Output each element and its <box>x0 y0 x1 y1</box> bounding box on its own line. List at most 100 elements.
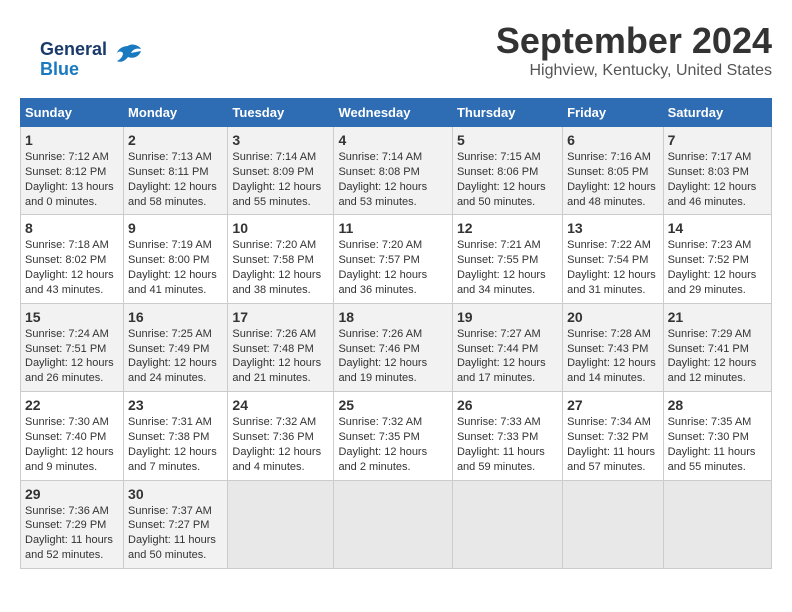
day-info: Sunrise: 7:14 AMSunset: 8:08 PMDaylight:… <box>338 151 427 208</box>
day-info: Sunrise: 7:35 AMSunset: 7:30 PMDaylight:… <box>668 416 756 473</box>
calendar-day-cell: 6 Sunrise: 7:16 AMSunset: 8:05 PMDayligh… <box>563 127 663 215</box>
day-number: 6 <box>567 132 658 148</box>
calendar-week-row: 8 Sunrise: 7:18 AMSunset: 8:02 PMDayligh… <box>21 215 772 303</box>
day-number: 30 <box>128 486 223 502</box>
day-number: 23 <box>128 397 223 413</box>
calendar-day-cell: 30 Sunrise: 7:37 AMSunset: 7:27 PMDaylig… <box>124 480 228 568</box>
calendar-day-cell <box>663 480 771 568</box>
calendar-day-cell: 10 Sunrise: 7:20 AMSunset: 7:58 PMDaylig… <box>228 215 334 303</box>
logo-line2: Blue <box>40 60 107 80</box>
day-info: Sunrise: 7:15 AMSunset: 8:06 PMDaylight:… <box>457 151 546 208</box>
calendar-day-cell: 13 Sunrise: 7:22 AMSunset: 7:54 PMDaylig… <box>563 215 663 303</box>
day-number: 7 <box>668 132 767 148</box>
day-number: 14 <box>668 220 767 236</box>
day-info: Sunrise: 7:13 AMSunset: 8:11 PMDaylight:… <box>128 151 217 208</box>
calendar-day-cell: 19 Sunrise: 7:27 AMSunset: 7:44 PMDaylig… <box>452 303 562 391</box>
day-number: 16 <box>128 309 223 325</box>
calendar-day-cell: 23 Sunrise: 7:31 AMSunset: 7:38 PMDaylig… <box>124 392 228 480</box>
day-number: 27 <box>567 397 658 413</box>
day-info: Sunrise: 7:36 AMSunset: 7:29 PMDaylight:… <box>25 505 113 562</box>
calendar-day-cell: 8 Sunrise: 7:18 AMSunset: 8:02 PMDayligh… <box>21 215 124 303</box>
day-info: Sunrise: 7:20 AMSunset: 7:58 PMDaylight:… <box>232 239 321 296</box>
day-info: Sunrise: 7:29 AMSunset: 7:41 PMDaylight:… <box>668 328 757 385</box>
calendar-day-cell: 9 Sunrise: 7:19 AMSunset: 8:00 PMDayligh… <box>124 215 228 303</box>
day-number: 19 <box>457 309 558 325</box>
day-number: 18 <box>338 309 448 325</box>
day-info: Sunrise: 7:20 AMSunset: 7:57 PMDaylight:… <box>338 239 427 296</box>
calendar-day-cell: 7 Sunrise: 7:17 AMSunset: 8:03 PMDayligh… <box>663 127 771 215</box>
day-info: Sunrise: 7:28 AMSunset: 7:43 PMDaylight:… <box>567 328 656 385</box>
day-number: 28 <box>668 397 767 413</box>
day-number: 24 <box>232 397 329 413</box>
day-of-week-header: Sunday <box>21 99 124 127</box>
calendar-day-cell <box>228 480 334 568</box>
day-of-week-header: Thursday <box>452 99 562 127</box>
day-info: Sunrise: 7:26 AMSunset: 7:46 PMDaylight:… <box>338 328 427 385</box>
day-info: Sunrise: 7:17 AMSunset: 8:03 PMDaylight:… <box>668 151 757 208</box>
day-info: Sunrise: 7:32 AMSunset: 7:35 PMDaylight:… <box>338 416 427 473</box>
calendar-day-cell: 18 Sunrise: 7:26 AMSunset: 7:46 PMDaylig… <box>334 303 453 391</box>
calendar-day-cell: 24 Sunrise: 7:32 AMSunset: 7:36 PMDaylig… <box>228 392 334 480</box>
day-info: Sunrise: 7:21 AMSunset: 7:55 PMDaylight:… <box>457 239 546 296</box>
calendar-header-row: SundayMondayTuesdayWednesdayThursdayFrid… <box>21 99 772 127</box>
day-info: Sunrise: 7:12 AMSunset: 8:12 PMDaylight:… <box>25 151 114 208</box>
day-info: Sunrise: 7:16 AMSunset: 8:05 PMDaylight:… <box>567 151 656 208</box>
day-info: Sunrise: 7:24 AMSunset: 7:51 PMDaylight:… <box>25 328 114 385</box>
calendar-day-cell: 22 Sunrise: 7:30 AMSunset: 7:40 PMDaylig… <box>21 392 124 480</box>
day-number: 1 <box>25 132 119 148</box>
day-number: 2 <box>128 132 223 148</box>
day-number: 17 <box>232 309 329 325</box>
calendar-day-cell: 14 Sunrise: 7:23 AMSunset: 7:52 PMDaylig… <box>663 215 771 303</box>
day-of-week-header: Wednesday <box>334 99 453 127</box>
calendar-day-cell: 4 Sunrise: 7:14 AMSunset: 8:08 PMDayligh… <box>334 127 453 215</box>
calendar-day-cell <box>563 480 663 568</box>
logo: General Blue <box>40 40 143 80</box>
day-info: Sunrise: 7:32 AMSunset: 7:36 PMDaylight:… <box>232 416 321 473</box>
calendar-week-row: 29 Sunrise: 7:36 AMSunset: 7:29 PMDaylig… <box>21 480 772 568</box>
calendar-day-cell: 11 Sunrise: 7:20 AMSunset: 7:57 PMDaylig… <box>334 215 453 303</box>
day-info: Sunrise: 7:19 AMSunset: 8:00 PMDaylight:… <box>128 239 217 296</box>
calendar-day-cell: 28 Sunrise: 7:35 AMSunset: 7:30 PMDaylig… <box>663 392 771 480</box>
day-of-week-header: Monday <box>124 99 228 127</box>
day-of-week-header: Friday <box>563 99 663 127</box>
calendar-day-cell: 12 Sunrise: 7:21 AMSunset: 7:55 PMDaylig… <box>452 215 562 303</box>
calendar-day-cell <box>452 480 562 568</box>
day-info: Sunrise: 7:31 AMSunset: 7:38 PMDaylight:… <box>128 416 217 473</box>
day-info: Sunrise: 7:37 AMSunset: 7:27 PMDaylight:… <box>128 505 216 562</box>
calendar-day-cell: 5 Sunrise: 7:15 AMSunset: 8:06 PMDayligh… <box>452 127 562 215</box>
day-number: 15 <box>25 309 119 325</box>
day-number: 8 <box>25 220 119 236</box>
day-number: 12 <box>457 220 558 236</box>
day-info: Sunrise: 7:23 AMSunset: 7:52 PMDaylight:… <box>668 239 757 296</box>
day-of-week-header: Saturday <box>663 99 771 127</box>
calendar-week-row: 22 Sunrise: 7:30 AMSunset: 7:40 PMDaylig… <box>21 392 772 480</box>
calendar-day-cell: 20 Sunrise: 7:28 AMSunset: 7:43 PMDaylig… <box>563 303 663 391</box>
calendar-day-cell: 15 Sunrise: 7:24 AMSunset: 7:51 PMDaylig… <box>21 303 124 391</box>
calendar-day-cell: 27 Sunrise: 7:34 AMSunset: 7:32 PMDaylig… <box>563 392 663 480</box>
calendar-day-cell: 2 Sunrise: 7:13 AMSunset: 8:11 PMDayligh… <box>124 127 228 215</box>
day-info: Sunrise: 7:22 AMSunset: 7:54 PMDaylight:… <box>567 239 656 296</box>
calendar-day-cell: 29 Sunrise: 7:36 AMSunset: 7:29 PMDaylig… <box>21 480 124 568</box>
logo-bird-icon <box>113 41 143 78</box>
calendar-day-cell: 25 Sunrise: 7:32 AMSunset: 7:35 PMDaylig… <box>334 392 453 480</box>
calendar-day-cell: 26 Sunrise: 7:33 AMSunset: 7:33 PMDaylig… <box>452 392 562 480</box>
day-info: Sunrise: 7:14 AMSunset: 8:09 PMDaylight:… <box>232 151 321 208</box>
day-number: 3 <box>232 132 329 148</box>
day-number: 5 <box>457 132 558 148</box>
calendar-week-row: 1 Sunrise: 7:12 AMSunset: 8:12 PMDayligh… <box>21 127 772 215</box>
calendar-week-row: 15 Sunrise: 7:24 AMSunset: 7:51 PMDaylig… <box>21 303 772 391</box>
calendar-day-cell: 3 Sunrise: 7:14 AMSunset: 8:09 PMDayligh… <box>228 127 334 215</box>
day-number: 26 <box>457 397 558 413</box>
calendar-day-cell: 21 Sunrise: 7:29 AMSunset: 7:41 PMDaylig… <box>663 303 771 391</box>
day-number: 22 <box>25 397 119 413</box>
day-number: 10 <box>232 220 329 236</box>
calendar-day-cell: 1 Sunrise: 7:12 AMSunset: 8:12 PMDayligh… <box>21 127 124 215</box>
day-info: Sunrise: 7:26 AMSunset: 7:48 PMDaylight:… <box>232 328 321 385</box>
day-info: Sunrise: 7:30 AMSunset: 7:40 PMDaylight:… <box>25 416 114 473</box>
day-info: Sunrise: 7:25 AMSunset: 7:49 PMDaylight:… <box>128 328 217 385</box>
day-number: 20 <box>567 309 658 325</box>
day-info: Sunrise: 7:33 AMSunset: 7:33 PMDaylight:… <box>457 416 545 473</box>
calendar-day-cell: 17 Sunrise: 7:26 AMSunset: 7:48 PMDaylig… <box>228 303 334 391</box>
day-number: 4 <box>338 132 448 148</box>
day-number: 13 <box>567 220 658 236</box>
